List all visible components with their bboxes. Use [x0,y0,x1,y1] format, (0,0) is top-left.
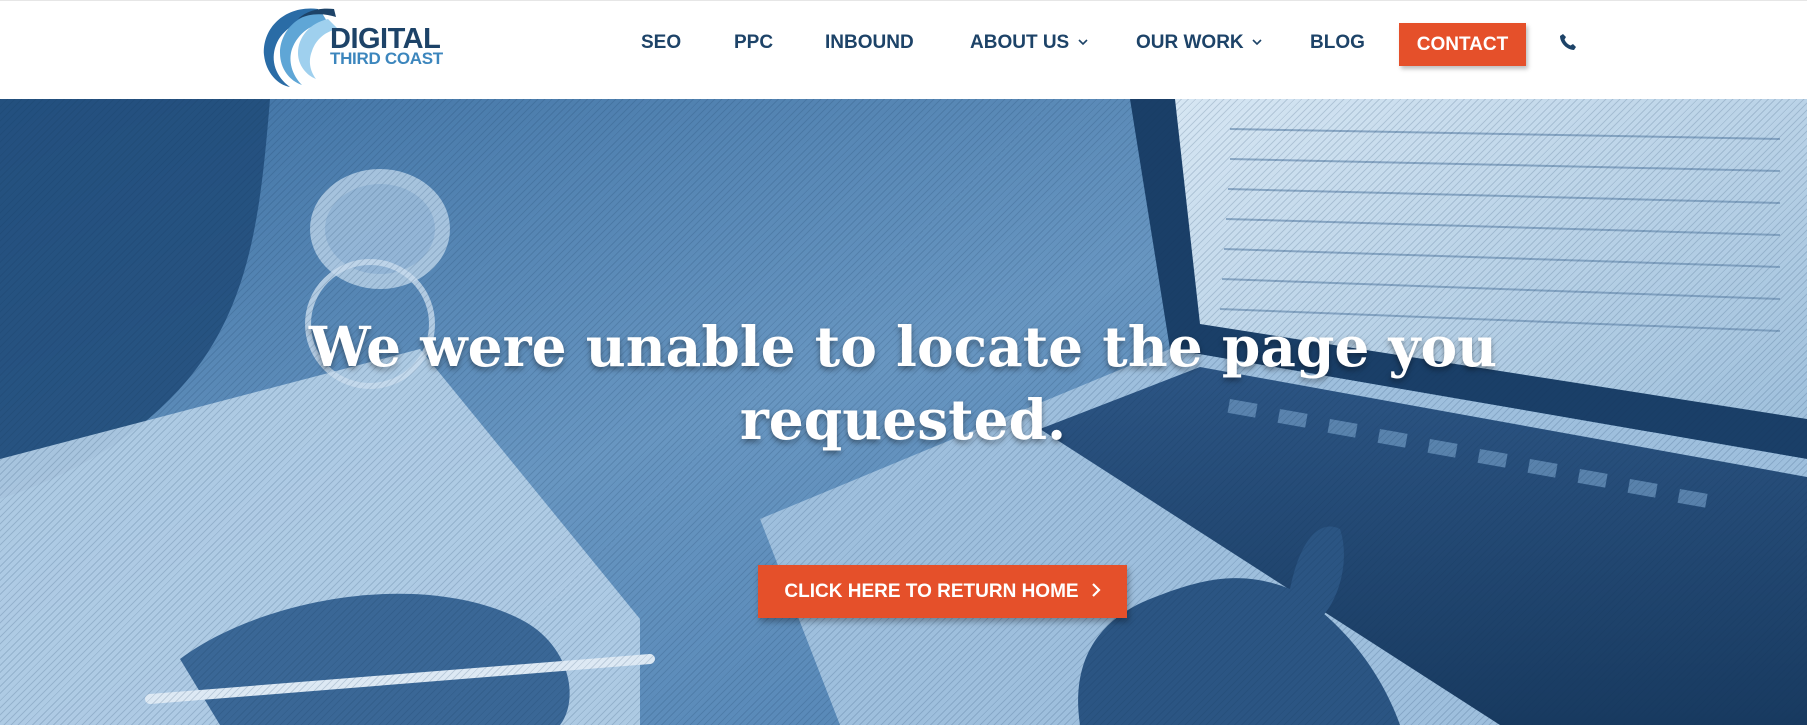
main-nav: SEO PPC INBOUND ABOUT US OUR WORK BLOG C… [0,1,1807,100]
chevron-down-icon [1077,39,1088,46]
site-header: DIGITAL THIRD COAST SEO PPC INBOUND ABOU… [0,0,1807,99]
nav-item-label: OUR WORK [1136,32,1244,53]
page-title: We were unable to locate the page you re… [308,314,1498,452]
nav-item-label: INBOUND [825,32,914,53]
chevron-right-icon [1091,583,1101,597]
contact-button[interactable]: CONTACT [1399,23,1526,66]
nav-item-about-us[interactable]: ABOUT US [970,32,1088,54]
nav-item-label: PPC [734,32,774,53]
nav-item-label: BLOG [1310,32,1365,53]
nav-item-seo[interactable]: SEO [641,32,681,54]
hero-section: We were unable to locate the page you re… [0,99,1807,725]
phone-icon[interactable] [1559,33,1577,51]
nav-item-our-work[interactable]: OUR WORK [1136,32,1262,54]
nav-item-label: SEO [641,32,682,53]
nav-item-blog[interactable]: BLOG [1310,32,1365,54]
nav-item-label: ABOUT US [970,32,1070,53]
nav-item-inbound[interactable]: INBOUND [825,32,914,54]
return-home-button[interactable]: CLICK HERE TO RETURN HOME [758,565,1127,618]
return-home-label: CLICK HERE TO RETURN HOME [784,581,1079,602]
chevron-down-icon [1252,39,1262,46]
nav-item-ppc[interactable]: PPC [734,32,773,54]
